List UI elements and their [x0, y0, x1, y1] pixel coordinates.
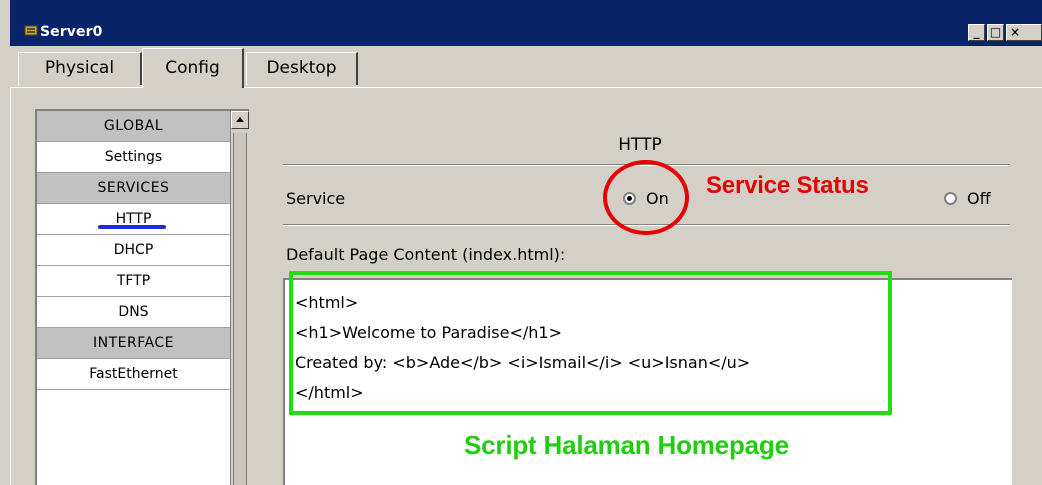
scroll-up-arrow-icon[interactable] — [231, 111, 249, 129]
window-title: Server0 — [40, 24, 103, 40]
nav-list: GLOBAL Settings SERVICES HTTP DHCP TFTP … — [37, 111, 230, 390]
service-off-label[interactable]: Off — [967, 189, 991, 208]
close-button[interactable]: × — [1006, 24, 1042, 41]
nav-item-tftp[interactable]: TFTP — [37, 266, 230, 297]
nav-header-global: GLOBAL — [37, 111, 230, 142]
script-caption-annotation: Script Halaman Homepage — [464, 430, 789, 460]
script-highlight-box — [289, 271, 892, 415]
tab-config[interactable]: Config — [142, 48, 244, 88]
nav-item-dns[interactable]: DNS — [37, 297, 230, 328]
tab-physical[interactable]: Physical — [18, 52, 142, 85]
title-bar: Server0 — [10, 0, 1042, 46]
service-status-circle — [603, 160, 689, 235]
server-icon — [24, 25, 38, 36]
nav-scrollbar[interactable] — [230, 111, 249, 485]
service-off-radio[interactable] — [944, 192, 957, 205]
service-label: Service — [286, 189, 346, 208]
tab-desktop[interactable]: Desktop — [246, 52, 358, 85]
section-title: HTTP — [618, 135, 662, 155]
nav-item-fastethernet[interactable]: FastEthernet — [37, 359, 230, 390]
nav-item-http[interactable]: HTTP — [37, 204, 230, 235]
nav-header-interface: INTERFACE — [37, 328, 230, 359]
scroll-track[interactable] — [233, 133, 247, 485]
nav-item-dhcp[interactable]: DHCP — [37, 235, 230, 266]
nav-header-services: SERVICES — [37, 173, 230, 204]
nav-item-settings[interactable]: Settings — [37, 142, 230, 173]
maximize-button[interactable]: □ — [987, 24, 1004, 41]
http-highlight-underline — [98, 225, 166, 229]
config-nav: GLOBAL Settings SERVICES HTTP DHCP TFTP … — [35, 109, 249, 485]
service-status-annotation: Service Status — [706, 172, 869, 199]
content-label: Default Page Content (index.html): — [286, 245, 566, 264]
minimize-button[interactable]: _ — [968, 24, 985, 41]
